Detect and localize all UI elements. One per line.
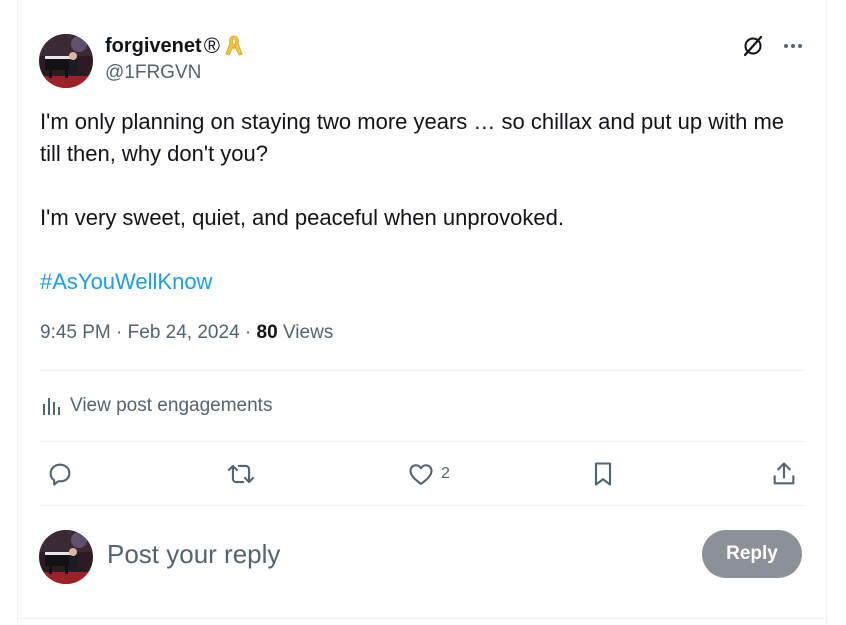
bookmark-button[interactable]: [590, 456, 616, 492]
retweet-button[interactable]: [226, 456, 256, 492]
reply-icon: [49, 463, 71, 486]
timeline-border-right: [826, 0, 827, 625]
share-button[interactable]: [770, 456, 798, 492]
more-icon: [784, 44, 802, 48]
like-count: 2: [441, 465, 450, 482]
hashtag-link[interactable]: #AsYouWellKnow: [40, 269, 212, 294]
timeline-border-bottom: [17, 618, 827, 619]
timeline-border-left: [17, 0, 18, 625]
meta-separator: ·: [239, 322, 257, 343]
views-label: Views: [277, 322, 334, 343]
reply-input[interactable]: Post your reply: [107, 536, 280, 572]
view-engagements-link[interactable]: View post engagements: [40, 392, 272, 420]
author-display-name[interactable]: forgivenet: [105, 35, 202, 58]
author-avatar[interactable]: [39, 34, 93, 88]
tweet-text-line-2: I'm very sweet, quiet, and peaceful when…: [40, 205, 564, 230]
grok-icon: [743, 35, 763, 57]
divider: [40, 505, 805, 506]
bookmark-icon: [594, 462, 612, 486]
like-icon: [409, 464, 433, 485]
share-icon: [773, 462, 795, 485]
reply-button[interactable]: [46, 456, 74, 492]
divider: [40, 441, 805, 442]
tweet-date[interactable]: Feb 24, 2024: [128, 322, 240, 343]
tweet-time[interactable]: 9:45 PM: [40, 322, 111, 343]
more-button[interactable]: [780, 33, 806, 59]
grok-button[interactable]: [740, 33, 766, 59]
tweet-text: I'm only planning on staying two more ye…: [40, 106, 810, 298]
divider: [40, 370, 805, 371]
tweet-meta: 9:45 PM · Feb 24, 2024 · 80 Views: [40, 322, 333, 344]
analytics-icon: [43, 398, 60, 415]
tweet-text-line-1: I'm only planning on staying two more ye…: [40, 109, 785, 166]
author-handle[interactable]: @1FRGVN: [105, 62, 201, 84]
registered-mark: ®: [203, 33, 220, 58]
author-name-row[interactable]: forgivenet ®: [105, 33, 244, 59]
views-count: 80: [256, 322, 278, 343]
tweet-action-bar: 2: [40, 456, 805, 492]
view-engagements-label: View post engagements: [70, 395, 273, 416]
like-button[interactable]: 2: [407, 456, 450, 492]
retweet-icon: [227, 464, 255, 484]
awareness-ribbon-icon: [225, 35, 243, 56]
tweet-top-actions: [740, 33, 806, 59]
current-user-avatar[interactable]: [39, 530, 93, 584]
reply-submit-button[interactable]: Reply: [702, 530, 802, 578]
meta-separator: ·: [110, 322, 128, 343]
